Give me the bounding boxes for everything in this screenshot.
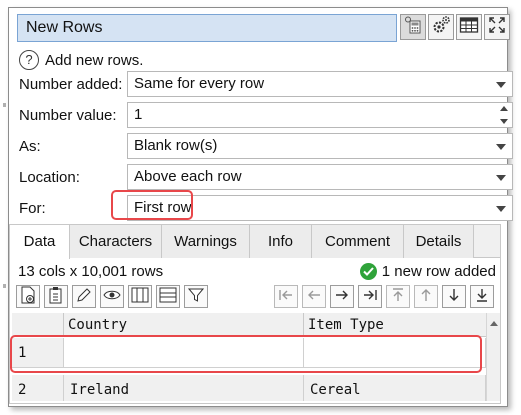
number-added-dropdown[interactable]: Same for every row [127, 71, 513, 97]
spin-buttons[interactable] [497, 104, 511, 126]
next-button[interactable] [330, 285, 354, 308]
edit-pencil-icon [76, 287, 92, 307]
tab-data[interactable]: Data [10, 225, 70, 259]
tab-characters[interactable]: Characters [70, 225, 162, 258]
table-cell[interactable]: Cereal [304, 375, 486, 401]
row-count-text: 13 cols x 10,001 rows [18, 263, 164, 280]
settings-button[interactable] [428, 14, 454, 40]
table-icon [459, 16, 479, 38]
first-button[interactable] [274, 285, 298, 308]
up-button[interactable] [414, 285, 438, 308]
paste-button[interactable] [44, 285, 68, 308]
eye-icon [103, 288, 121, 306]
chevron-down-icon [496, 206, 506, 212]
new-row-highlight [10, 335, 482, 373]
prev-icon [306, 288, 322, 306]
prev-button[interactable] [302, 285, 326, 308]
gears-icon [431, 15, 451, 39]
spin-down-icon[interactable] [500, 119, 508, 124]
down-icon [447, 287, 461, 307]
columns-icon [131, 287, 149, 307]
last-button[interactable] [358, 285, 382, 308]
down-button[interactable] [442, 285, 466, 308]
new-rows-status: 1 new row added [359, 263, 496, 280]
for-label: For: [19, 200, 46, 217]
row-header[interactable]: 2 [12, 375, 64, 401]
filter-icon [187, 287, 205, 307]
location-dropdown[interactable]: Above each row [127, 164, 513, 190]
filter-button[interactable] [184, 285, 208, 308]
last-icon [362, 288, 378, 306]
data-info-row: 13 cols x 10,001 rows 1 new row added [16, 263, 500, 283]
spin-up-icon[interactable] [500, 106, 508, 111]
tab-info[interactable]: Info [250, 225, 312, 258]
grid-corner [12, 313, 64, 337]
new-rows-status-text: 1 new row added [381, 263, 496, 280]
insert-row-button[interactable] [16, 285, 40, 308]
table-cell[interactable]: Ireland [64, 375, 304, 401]
next-icon [334, 288, 350, 306]
as-dropdown[interactable]: Blank row(s) [127, 133, 513, 159]
insert-row-icon [20, 286, 36, 308]
columns-button[interactable] [128, 285, 152, 308]
bottom-icon [475, 287, 489, 307]
calculator-button[interactable] [400, 14, 426, 40]
help-text: Add new rows. [45, 51, 144, 69]
table-view-button[interactable] [456, 14, 482, 40]
calculator-icon [404, 16, 422, 38]
tab-warnings[interactable]: Warnings [162, 225, 250, 258]
number-added-value: Same for every row [134, 75, 265, 92]
vertical-scrollbar[interactable] [486, 313, 500, 401]
panel-content: New Rows ? Add new rows. Number added: S… [9, 8, 513, 408]
fullscreen-icon [488, 16, 506, 38]
rows-icon [159, 287, 177, 307]
bottom-button[interactable] [470, 285, 494, 308]
splitter-grip [3, 284, 6, 288]
tab-bar: Data Characters Warnings Info Comment De… [10, 225, 500, 259]
tab-comment[interactable]: Comment [312, 225, 404, 258]
number-added-label: Number added: [19, 76, 123, 93]
chevron-down-icon [496, 82, 506, 88]
tab-panel: Data Characters Warnings Info Comment De… [9, 224, 501, 404]
as-value: Blank row(s) [134, 137, 218, 154]
for-value-highlight [111, 190, 193, 220]
top-icon [391, 287, 405, 307]
number-value-input[interactable]: 1 [134, 106, 142, 123]
chevron-down-icon [496, 144, 506, 150]
up-icon [419, 287, 433, 307]
chevron-down-icon [496, 175, 506, 181]
paste-icon [48, 286, 64, 308]
help-icon[interactable]: ? [19, 50, 39, 70]
location-label: Location: [19, 169, 80, 186]
column-header-country[interactable]: Country [64, 313, 304, 337]
maximize-button[interactable] [484, 14, 510, 40]
rows-button[interactable] [156, 285, 180, 308]
panel-title[interactable]: New Rows [17, 14, 397, 42]
as-label: As: [19, 138, 41, 155]
first-icon [278, 288, 294, 306]
location-value: Above each row [134, 168, 242, 185]
edit-button[interactable] [72, 285, 96, 308]
column-header-item-type[interactable]: Item Type [304, 313, 486, 337]
top-button[interactable] [386, 285, 410, 308]
tab-details[interactable]: Details [404, 225, 474, 258]
number-value-label: Number value: [19, 107, 117, 124]
help-row: ? Add new rows. [19, 48, 143, 72]
number-value-spinbox[interactable]: 1 [127, 102, 513, 128]
splitter-grip [3, 103, 6, 107]
view-button[interactable] [100, 285, 124, 308]
scroll-up-icon[interactable] [490, 321, 498, 326]
check-icon [359, 263, 377, 280]
